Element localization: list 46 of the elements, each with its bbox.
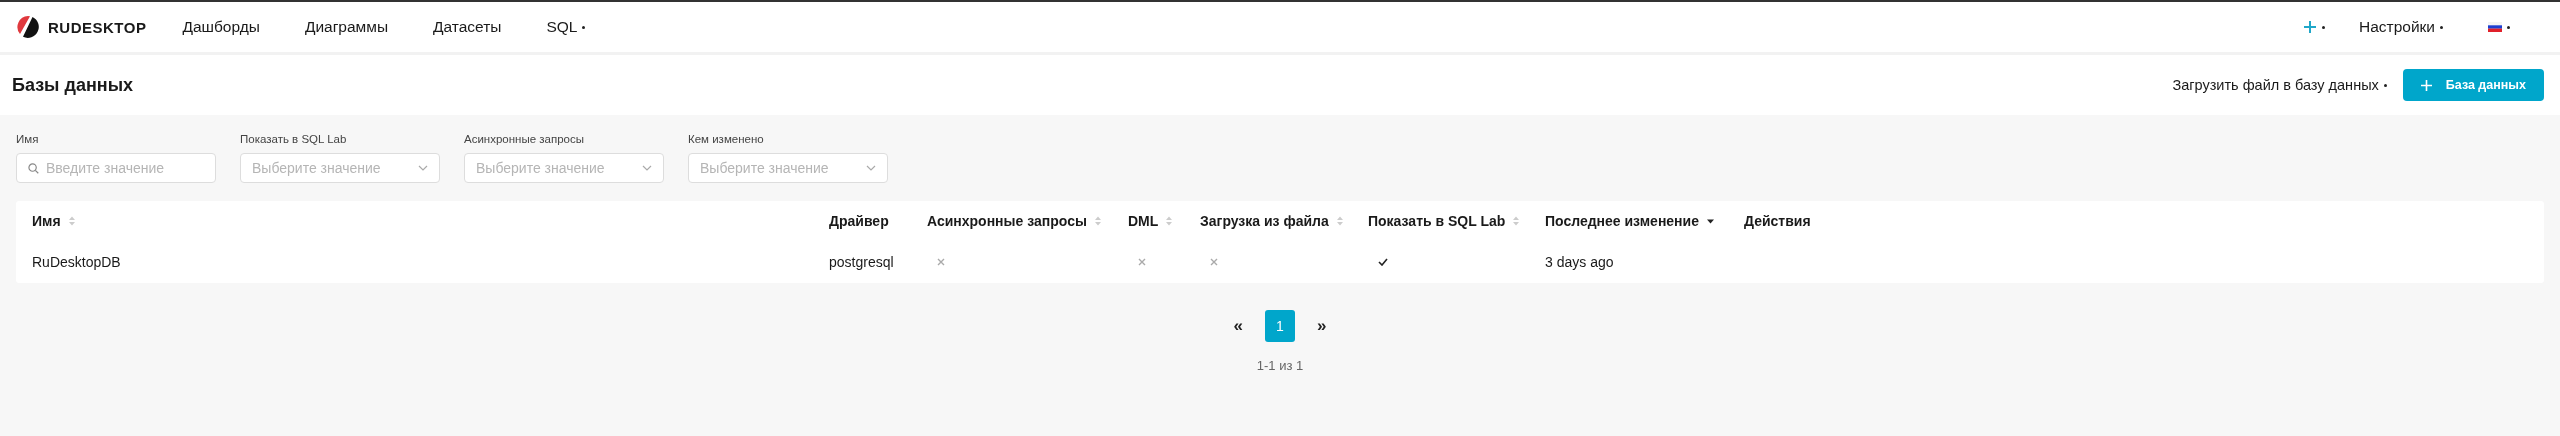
pagination-summary: 1-1 из 1: [1256, 358, 1304, 373]
sort-icon[interactable]: [1513, 216, 1520, 226]
next-page-link[interactable]: »: [1317, 316, 1327, 336]
sort-icon[interactable]: [1094, 216, 1101, 226]
caret-icon: [2383, 83, 2387, 87]
filter-label: Асинхронные запросы: [464, 133, 585, 145]
plus-icon: [2420, 79, 2432, 91]
column-header: Действия: [1744, 213, 1811, 229]
plus-icon: [2303, 20, 2317, 34]
page-title: Базы данных: [12, 74, 134, 96]
logo-icon: [16, 15, 40, 39]
search-icon: [28, 162, 39, 174]
chevron-down-icon: [418, 165, 428, 171]
caret-icon: [2507, 25, 2510, 29]
caret-icon: [582, 25, 586, 29]
chevron-down-icon: [866, 165, 876, 171]
column-header[interactable]: Имя: [32, 213, 75, 229]
flag-icon: [2488, 22, 2502, 32]
previous-page-link[interactable]: «: [1233, 316, 1243, 336]
column-header[interactable]: DML: [1128, 213, 1173, 229]
column-header[interactable]: Загрузка из файла: [1200, 213, 1343, 229]
filter-label: Кем изменено: [688, 133, 765, 145]
nav-link[interactable]: Дашборды: [182, 18, 260, 36]
column-header[interactable]: Показать в SQL Lab: [1368, 213, 1520, 229]
sort-icon[interactable]: [1166, 216, 1173, 226]
caret-icon: [2440, 25, 2443, 29]
table-cell: RuDesktopDB: [32, 254, 121, 270]
nav-link[interactable]: Датасеты: [433, 18, 502, 36]
sort-icon[interactable]: [68, 216, 75, 226]
column-header[interactable]: Последнее изменение: [1545, 213, 1714, 229]
column-header: Драйвер: [829, 213, 889, 229]
upload-menu[interactable]: Загрузить файл в базу данных: [2172, 77, 2379, 93]
language-menu[interactable]: [2488, 22, 2510, 32]
filter-label: Имя: [16, 133, 40, 145]
filter-label: Показать в SQL Lab: [240, 133, 348, 145]
sort-icon[interactable]: [1336, 216, 1343, 226]
add-menu[interactable]: [2303, 20, 2325, 34]
nav-link[interactable]: SQL: [546, 18, 586, 36]
brand-name: RUDESKTOP: [48, 18, 147, 36]
table-cell: 3 days ago: [1545, 254, 1614, 270]
column-header[interactable]: Асинхронные запросы: [927, 213, 1101, 229]
caret-icon: [2322, 25, 2325, 29]
table-cell: postgresql: [829, 254, 894, 270]
nav-link[interactable]: Диаграммы: [304, 18, 389, 36]
chevron-down-icon: [642, 165, 652, 171]
settings-menu[interactable]: Настройки: [2359, 18, 2435, 36]
